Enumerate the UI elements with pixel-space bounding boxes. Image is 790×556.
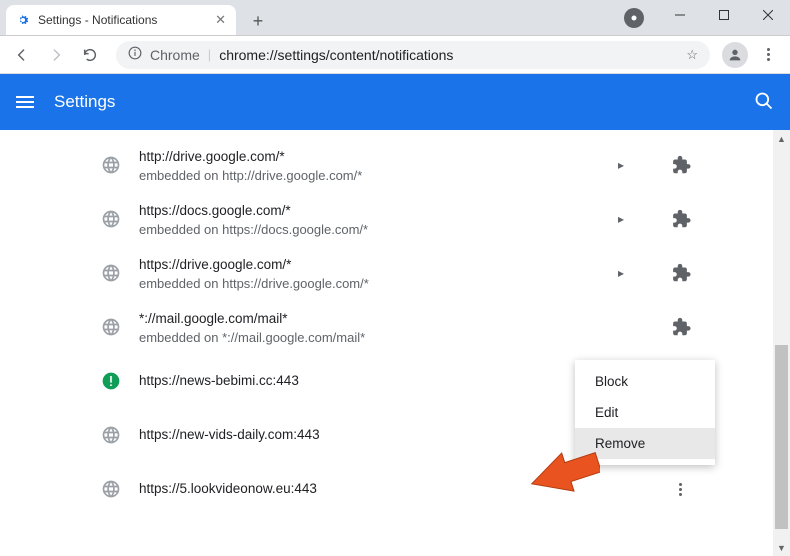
settings-header: Settings xyxy=(0,74,790,130)
site-text: https://5.lookvideonow.eu:443 xyxy=(139,479,593,499)
scroll-thumb[interactable] xyxy=(775,345,788,529)
site-text: http://drive.google.com/*embedded on htt… xyxy=(139,147,593,182)
site-subtext: embedded on https://docs.google.com/* xyxy=(139,222,593,237)
globe-icon xyxy=(101,317,121,337)
site-row[interactable]: http://drive.google.com/*embedded on htt… xyxy=(93,138,697,192)
extension-icon[interactable] xyxy=(669,262,691,284)
tab-title: Settings - Notifications xyxy=(38,13,207,27)
omnibox-prefix: Chrome xyxy=(150,47,200,63)
forward-button[interactable] xyxy=(42,41,70,69)
menu-item-block[interactable]: Block xyxy=(575,366,715,397)
settings-content: http://drive.google.com/*embedded on htt… xyxy=(0,130,790,556)
site-row[interactable]: *://mail.google.com/mail*embedded on *:/… xyxy=(93,300,697,354)
globe-icon xyxy=(101,209,121,229)
browser-menu-button[interactable] xyxy=(754,41,782,69)
scroll-down-icon[interactable]: ▼ xyxy=(773,539,790,556)
site-info-icon[interactable] xyxy=(128,46,142,63)
scroll-up-icon[interactable]: ▲ xyxy=(773,130,790,147)
site-url: *://mail.google.com/mail* xyxy=(139,309,593,329)
page-title: Settings xyxy=(54,92,115,112)
site-url: http://drive.google.com/* xyxy=(139,147,593,167)
minimize-button[interactable] xyxy=(658,0,702,30)
site-url: https://docs.google.com/* xyxy=(139,201,593,221)
site-text: *://mail.google.com/mail*embedded on *:/… xyxy=(139,309,593,344)
new-tab-button[interactable]: + xyxy=(244,7,272,35)
globe-icon xyxy=(101,155,121,175)
browser-toolbar: Chrome | chrome://settings/content/notif… xyxy=(0,36,790,74)
arrow-annotation xyxy=(530,448,600,501)
site-url: https://5.lookvideonow.eu:443 xyxy=(139,479,593,499)
site-favicon-icon xyxy=(101,371,121,391)
window-tab-strip: Settings - Notifications ✕ + xyxy=(0,0,790,36)
site-url: https://new-vids-daily.com:443 xyxy=(139,425,593,445)
window-controls xyxy=(658,0,790,30)
bookmark-star-icon[interactable]: ☆ xyxy=(686,47,698,63)
reload-button[interactable] xyxy=(76,41,104,69)
site-row[interactable]: https://docs.google.com/*embedded on htt… xyxy=(93,192,697,246)
close-icon[interactable]: ✕ xyxy=(215,12,226,28)
site-row[interactable]: https://5.lookvideonow.eu:443 xyxy=(93,462,697,516)
more-options-button[interactable] xyxy=(669,478,691,500)
extension-icon[interactable] xyxy=(669,208,691,230)
menu-icon[interactable] xyxy=(16,96,34,108)
site-text: https://new-vids-daily.com:443 xyxy=(139,425,593,445)
close-window-button[interactable] xyxy=(746,0,790,30)
back-button[interactable] xyxy=(8,41,36,69)
site-url: https://drive.google.com/* xyxy=(139,255,593,275)
site-subtext: embedded on *://mail.google.com/mail* xyxy=(139,330,593,345)
globe-icon xyxy=(101,263,121,283)
scrollbar[interactable]: ▲ ▼ xyxy=(773,130,790,556)
extension-icon[interactable] xyxy=(669,316,691,338)
omnibox-url: chrome://settings/content/notifications xyxy=(219,47,453,63)
gear-icon xyxy=(16,13,30,27)
globe-icon xyxy=(101,479,121,499)
menu-item-edit[interactable]: Edit xyxy=(575,397,715,428)
chevron-right-icon[interactable]: ▸ xyxy=(611,158,631,172)
site-text: https://docs.google.com/*embedded on htt… xyxy=(139,201,593,236)
site-subtext: embedded on https://drive.google.com/* xyxy=(139,276,593,291)
browser-tab[interactable]: Settings - Notifications ✕ xyxy=(6,5,236,35)
maximize-button[interactable] xyxy=(702,0,746,30)
profile-badge-icon[interactable] xyxy=(624,8,644,28)
site-text: https://drive.google.com/*embedded on ht… xyxy=(139,255,593,290)
profile-avatar[interactable] xyxy=(722,42,748,68)
site-url: https://news-bebimi.cc:443 xyxy=(139,371,593,391)
chevron-right-icon[interactable]: ▸ xyxy=(611,266,631,280)
site-subtext: embedded on http://drive.google.com/* xyxy=(139,168,593,183)
address-bar[interactable]: Chrome | chrome://settings/content/notif… xyxy=(116,41,710,69)
site-text: https://news-bebimi.cc:443 xyxy=(139,371,593,391)
chevron-right-icon[interactable]: ▸ xyxy=(611,212,631,226)
globe-icon xyxy=(101,425,121,445)
extension-icon[interactable] xyxy=(669,154,691,176)
site-row[interactable]: https://drive.google.com/*embedded on ht… xyxy=(93,246,697,300)
search-icon[interactable] xyxy=(754,91,774,114)
